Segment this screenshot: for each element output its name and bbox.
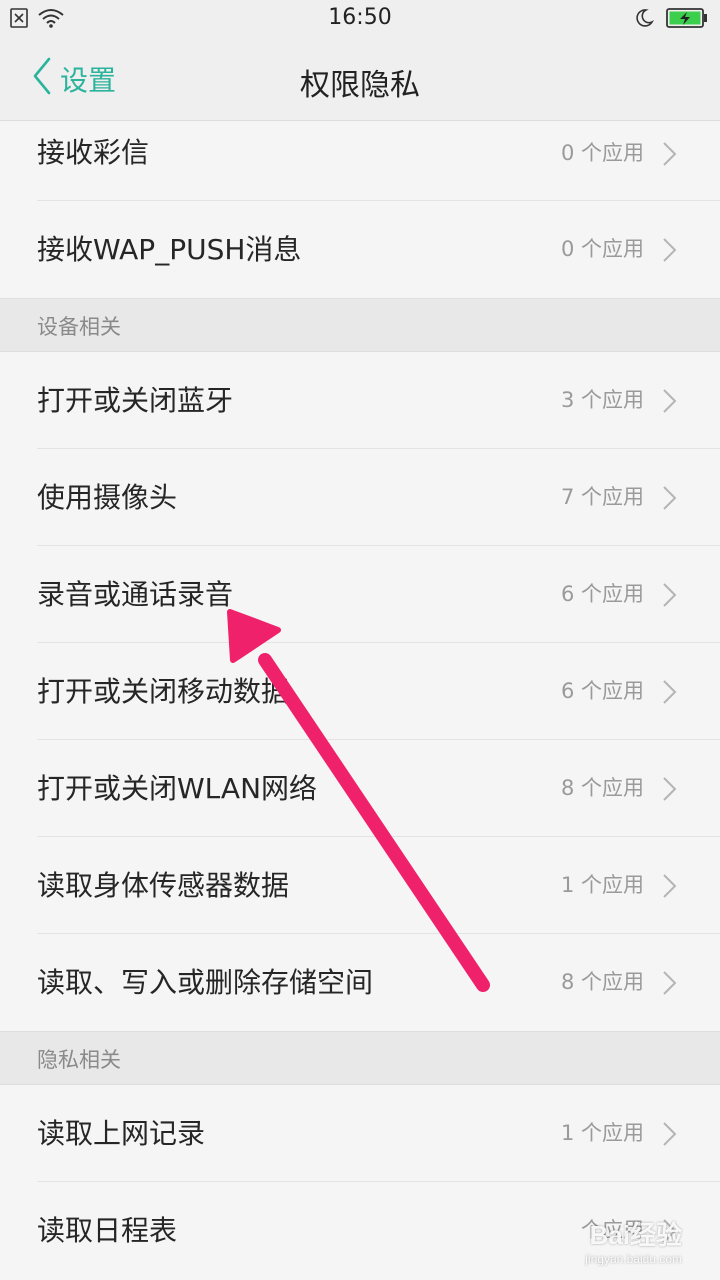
list-item[interactable]: 读取、写入或删除存储空间 8 个应用	[0, 934, 720, 1031]
item-count: 8 个应用	[560, 776, 644, 800]
item-count: 8 个应用	[560, 970, 644, 994]
status-time: 16:50	[328, 5, 392, 30]
chevron-right-icon	[663, 971, 677, 995]
item-label: 打开或关闭蓝牙	[37, 384, 234, 417]
item-count: 1 个应用	[560, 873, 644, 897]
list-item[interactable]: 打开或关闭移动数据 6 个应用	[0, 643, 720, 740]
item-count: 7 个应用	[560, 485, 644, 509]
item-count: 0 个应用	[560, 237, 644, 261]
item-label: 录音或通话录音	[37, 578, 234, 611]
item-label: 使用摄像头	[37, 481, 178, 514]
chevron-right-icon	[663, 389, 677, 413]
chevron-right-icon	[663, 583, 677, 607]
battery-charging-icon	[666, 7, 708, 33]
chevron-right-icon	[663, 142, 677, 166]
chevron-right-icon	[663, 777, 677, 801]
item-label: 读取身体传感器数据	[37, 869, 290, 902]
item-count: 0 个应用	[560, 141, 644, 165]
item-count: 6 个应用	[560, 582, 644, 606]
permission-list: 接收彩信 0 个应用 接收WAP_PUSH消息 0 个应用 设备相关 打开或关闭…	[0, 121, 720, 1279]
item-label: 接收WAP_PUSH消息	[37, 233, 302, 266]
item-label: 读取上网记录	[37, 1117, 206, 1150]
section-title: 隐私相关	[37, 1048, 121, 1072]
watermark-url: jingyan.baidu.com	[585, 1252, 682, 1266]
chevron-right-icon	[663, 238, 677, 262]
item-label: 打开或关闭移动数据	[37, 675, 290, 708]
moon-icon	[634, 8, 655, 32]
list-item[interactable]: 接收彩信 0 个应用	[0, 121, 720, 201]
chevron-right-icon	[663, 486, 677, 510]
chevron-right-icon	[663, 874, 677, 898]
list-item[interactable]: 录音或通话录音 6 个应用	[0, 546, 720, 643]
list-item[interactable]: 打开或关闭蓝牙 3 个应用	[0, 352, 720, 449]
list-item[interactable]: 使用摄像头 7 个应用	[0, 449, 720, 546]
watermark: Bai经验 jingyan.baidu.com	[585, 1215, 682, 1266]
section-header-privacy: 隐私相关	[0, 1031, 720, 1085]
section-header-device: 设备相关	[0, 298, 720, 352]
list-item[interactable]: 接收WAP_PUSH消息 0 个应用	[0, 201, 720, 298]
watermark-logo: Bai经验	[589, 1220, 682, 1250]
item-label: 打开或关闭WLAN网络	[37, 772, 318, 805]
section-title: 设备相关	[37, 315, 121, 339]
chevron-right-icon	[663, 680, 677, 704]
app-header: 设置 权限隐私	[0, 38, 720, 121]
list-item[interactable]: 打开或关闭WLAN网络 8 个应用	[0, 740, 720, 837]
item-label: 读取日程表	[37, 1214, 178, 1247]
item-label: 读取、写入或删除存储空间	[37, 966, 374, 999]
status-bar: 16:50	[0, 0, 720, 38]
item-label: 接收彩信	[37, 136, 150, 169]
item-count: 1 个应用	[560, 1121, 644, 1145]
item-count: 6 个应用	[560, 679, 644, 703]
item-count: 3 个应用	[560, 388, 644, 412]
list-item[interactable]: 读取身体传感器数据 1 个应用	[0, 837, 720, 934]
chevron-right-icon	[663, 1122, 677, 1146]
list-item[interactable]: 读取上网记录 1 个应用	[0, 1085, 720, 1182]
page-title: 权限隐私	[300, 68, 420, 103]
